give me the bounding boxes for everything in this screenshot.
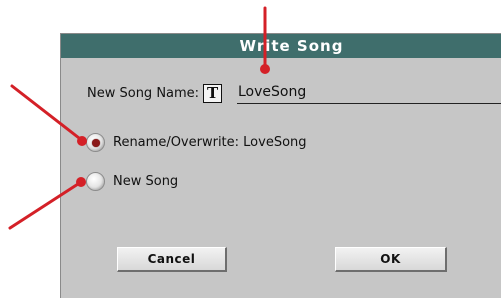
rename-overwrite-option[interactable]: Rename/Overwrite: LoveSong: [86, 133, 307, 152]
song-name-label: New Song Name:: [87, 85, 200, 101]
cancel-button[interactable]: Cancel: [117, 247, 227, 272]
radio-selected-dot: [91, 138, 100, 147]
ok-button[interactable]: OK: [335, 247, 447, 272]
song-name-row: New Song Name: T: [87, 81, 223, 105]
new-song-label: New Song: [113, 174, 179, 189]
text-edit-icon[interactable]: T: [203, 83, 223, 103]
rename-overwrite-label: Rename/Overwrite: LoveSong: [113, 135, 307, 150]
write-song-dialog: Write Song New Song Name: T LoveSong Ren…: [60, 33, 501, 298]
dialog-title: Write Song: [61, 34, 501, 58]
radio-button-icon[interactable]: [86, 133, 105, 152]
radio-button-icon[interactable]: [86, 172, 105, 191]
song-name-field[interactable]: LoveSong: [237, 81, 501, 104]
new-song-option[interactable]: New Song: [86, 172, 178, 191]
